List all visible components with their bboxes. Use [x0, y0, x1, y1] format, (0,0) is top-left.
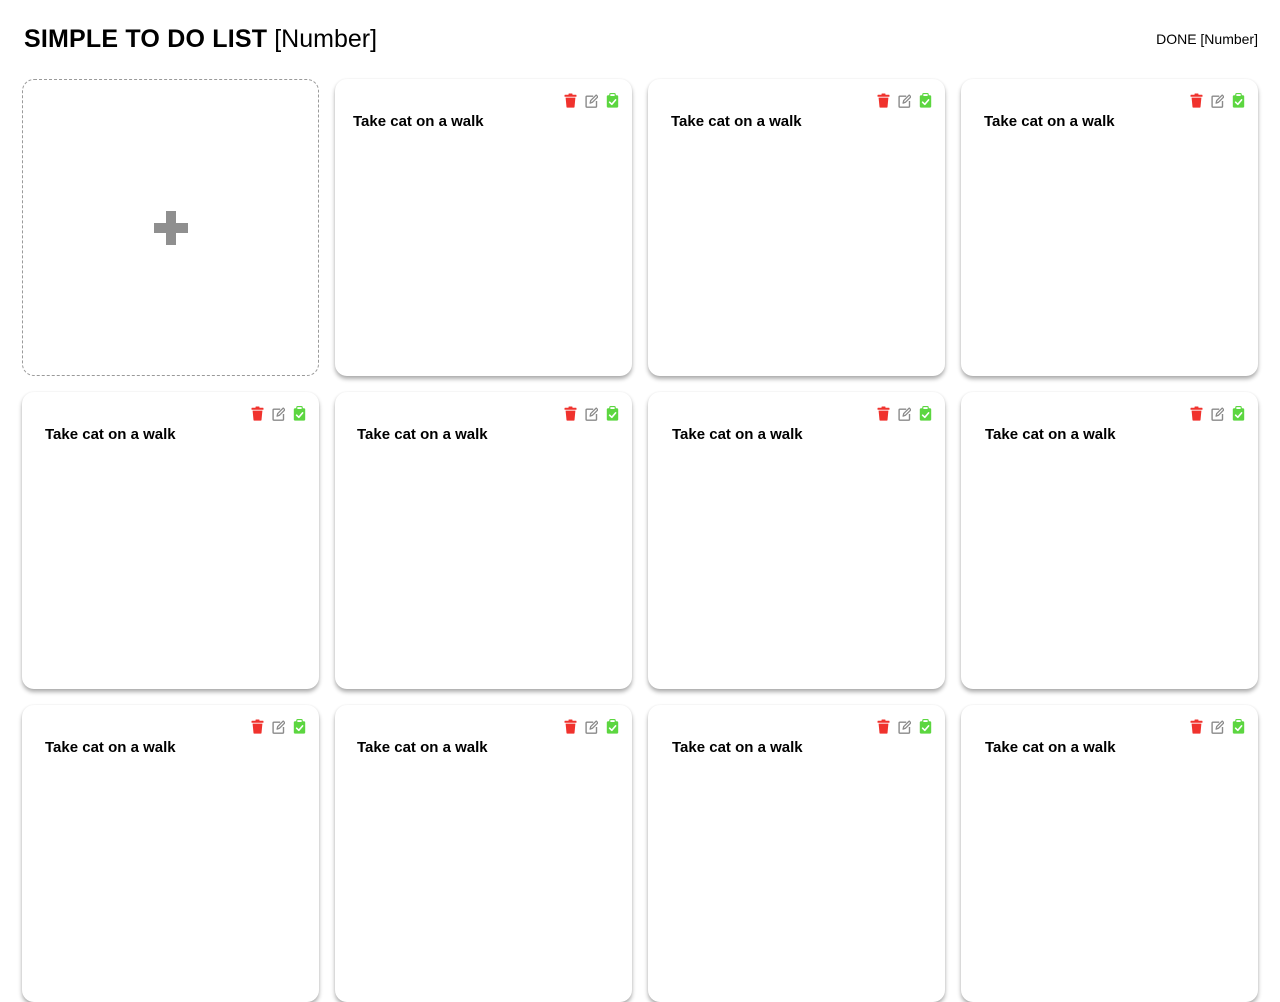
edit-icon[interactable]: [585, 406, 598, 421]
task-card: Take cat on a walk: [22, 705, 319, 1002]
clipboard-check-icon[interactable]: [606, 406, 619, 421]
trash-icon[interactable]: [1190, 93, 1203, 108]
task-card: Take cat on a walk: [961, 705, 1258, 1002]
task-card: Take cat on a walk: [22, 392, 319, 689]
task-text: Take cat on a walk: [984, 113, 1115, 130]
edit-icon[interactable]: [1211, 93, 1224, 108]
edit-icon[interactable]: [898, 93, 911, 108]
task-card: Take cat on a walk: [648, 705, 945, 1002]
task-text: Take cat on a walk: [357, 739, 488, 756]
task-text: Take cat on a walk: [672, 739, 803, 756]
edit-icon[interactable]: [898, 406, 911, 421]
task-actions: [564, 406, 619, 421]
task-actions: [1190, 93, 1245, 108]
task-actions: [251, 406, 306, 421]
task-actions: [877, 406, 932, 421]
clipboard-check-icon[interactable]: [919, 406, 932, 421]
add-task-card[interactable]: [22, 79, 319, 376]
clipboard-check-icon[interactable]: [919, 719, 932, 734]
task-card: Take cat on a walk: [961, 79, 1258, 376]
trash-icon[interactable]: [877, 719, 890, 734]
task-card: Take cat on a walk: [335, 392, 632, 689]
task-text: Take cat on a walk: [985, 426, 1116, 443]
trash-icon[interactable]: [564, 719, 577, 734]
edit-icon[interactable]: [1211, 406, 1224, 421]
trash-icon[interactable]: [251, 406, 264, 421]
task-text: Take cat on a walk: [671, 113, 802, 130]
trash-icon[interactable]: [877, 406, 890, 421]
task-card: Take cat on a walk: [648, 392, 945, 689]
clipboard-check-icon[interactable]: [1232, 719, 1245, 734]
edit-icon[interactable]: [272, 406, 285, 421]
trash-icon[interactable]: [1190, 719, 1203, 734]
task-card: Take cat on a walk: [648, 79, 945, 376]
clipboard-check-icon[interactable]: [919, 93, 932, 108]
task-card: Take cat on a walk: [961, 392, 1258, 689]
trash-icon[interactable]: [564, 93, 577, 108]
task-text: Take cat on a walk: [357, 426, 488, 443]
task-actions: [1190, 406, 1245, 421]
edit-icon[interactable]: [898, 719, 911, 734]
task-text: Take cat on a walk: [353, 113, 484, 130]
task-card: Take cat on a walk: [335, 79, 632, 376]
clipboard-check-icon[interactable]: [293, 719, 306, 734]
clipboard-check-icon[interactable]: [1232, 406, 1245, 421]
edit-icon[interactable]: [272, 719, 285, 734]
clipboard-check-icon[interactable]: [293, 406, 306, 421]
task-card: Take cat on a walk: [335, 705, 632, 1002]
trash-icon[interactable]: [564, 406, 577, 421]
task-text: Take cat on a walk: [45, 426, 176, 443]
trash-icon[interactable]: [251, 719, 264, 734]
clipboard-check-icon[interactable]: [606, 93, 619, 108]
task-text: Take cat on a walk: [985, 739, 1116, 756]
task-actions: [1190, 719, 1245, 734]
clipboard-check-icon[interactable]: [1232, 93, 1245, 108]
task-grid: Take cat on a walk Take cat on a walk Ta…: [0, 0, 1280, 1002]
trash-icon[interactable]: [1190, 406, 1203, 421]
plus-icon: [153, 210, 188, 245]
task-actions: [877, 93, 932, 108]
edit-icon[interactable]: [1211, 719, 1224, 734]
clipboard-check-icon[interactable]: [606, 719, 619, 734]
task-actions: [564, 93, 619, 108]
task-actions: [564, 719, 619, 734]
task-actions: [251, 719, 306, 734]
task-text: Take cat on a walk: [45, 739, 176, 756]
edit-icon[interactable]: [585, 93, 598, 108]
task-actions: [877, 719, 932, 734]
edit-icon[interactable]: [585, 719, 598, 734]
trash-icon[interactable]: [877, 93, 890, 108]
task-text: Take cat on a walk: [672, 426, 803, 443]
